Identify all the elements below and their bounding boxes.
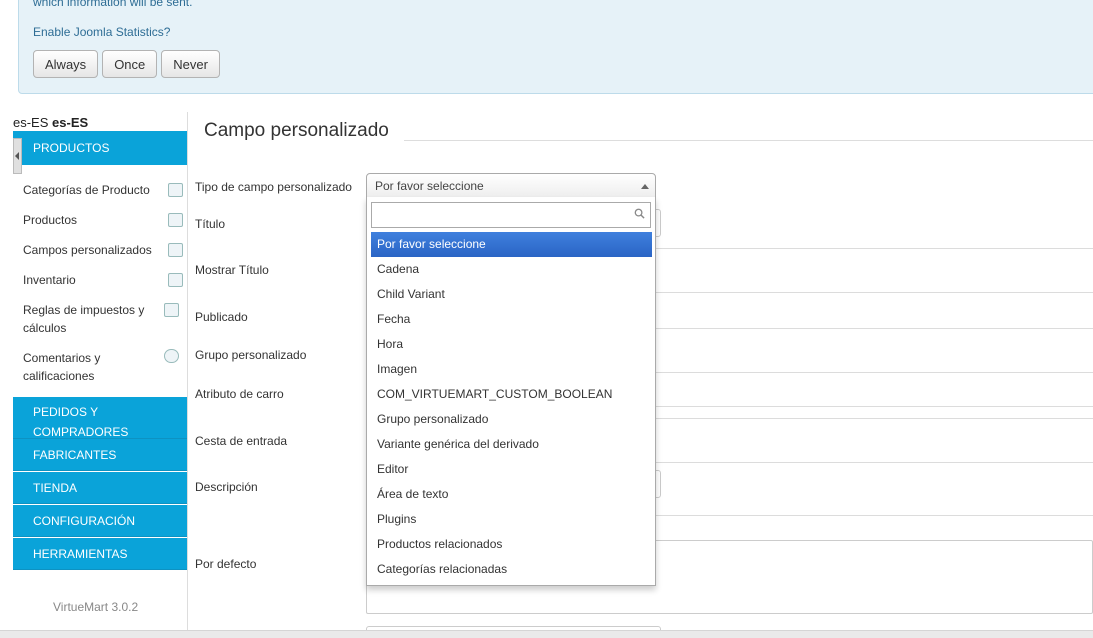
never-button[interactable]: Never bbox=[161, 50, 220, 78]
section-label: PRODUCTOS bbox=[33, 141, 110, 155]
lang-label: es-ES bbox=[13, 115, 49, 130]
option-boolean[interactable]: COM_VIRTUEMART_CUSTOM_BOOLEAN bbox=[371, 382, 652, 407]
label-description: Descripción bbox=[195, 480, 258, 494]
stats-question: Enable Joomla Statistics? bbox=[33, 25, 171, 39]
product-icon bbox=[168, 213, 183, 227]
stats-banner: which information will be sent. Enable J… bbox=[18, 0, 1093, 94]
sidebar-item-label: Reglas de impuestos y cálculos bbox=[23, 303, 145, 335]
label-custom-group: Grupo personalizado bbox=[195, 348, 307, 362]
title-divider bbox=[404, 140, 1093, 141]
tax-rules-icon bbox=[164, 303, 179, 317]
label-title: Título bbox=[195, 217, 226, 231]
sidebar-section-herramientas[interactable]: HERRAMIENTAS bbox=[13, 538, 187, 570]
collapse-sidebar-toggle[interactable] bbox=[13, 138, 22, 174]
label-show-title: Mostrar Título bbox=[195, 263, 269, 277]
comments-icon bbox=[164, 349, 179, 363]
option-variante-generica[interactable]: Variante genérica del derivado bbox=[371, 432, 652, 457]
always-button[interactable]: Always bbox=[33, 50, 99, 78]
dropdown-search[interactable] bbox=[371, 202, 651, 228]
sidebar-section-pedidos[interactable]: PEDIDOS Y COMPRADORES bbox=[13, 397, 187, 439]
custom-field-type-select[interactable]: Por favor seleccione bbox=[366, 173, 656, 198]
select-dropdown: Por favor seleccione Cadena Child Varian… bbox=[366, 197, 656, 586]
inventory-icon bbox=[168, 273, 183, 287]
dropdown-options: Por favor seleccione Cadena Child Varian… bbox=[371, 232, 652, 582]
section-label: PEDIDOS Y COMPRADORES bbox=[33, 405, 129, 439]
lang-value: es-ES bbox=[52, 115, 89, 130]
sidebar-item-label: Campos personalizados bbox=[23, 243, 152, 257]
search-icon bbox=[634, 208, 645, 219]
option-hora[interactable]: Hora bbox=[371, 332, 652, 357]
option-categorias-relacionadas[interactable]: Categorías relacionadas bbox=[371, 557, 652, 582]
horizontal-scrollbar[interactable] bbox=[0, 630, 1093, 638]
select-value: Por favor seleccione bbox=[375, 179, 484, 193]
section-label: CONFIGURACIÓN bbox=[33, 514, 135, 528]
sidebar-item-label: Categorías de Producto bbox=[23, 183, 150, 197]
sidebar-item-comentarios[interactable]: Comentarios y calificaciones bbox=[23, 349, 123, 385]
sidebar-item-label: Inventario bbox=[23, 273, 76, 287]
option-cadena[interactable]: Cadena bbox=[371, 257, 652, 282]
chevron-up-icon bbox=[641, 184, 649, 189]
sidebar-section-productos[interactable]: PRODUCTOS bbox=[13, 131, 187, 165]
option-area-de-texto[interactable]: Área de texto bbox=[371, 482, 652, 507]
sidebar-item-impuestos[interactable]: Reglas de impuestos y cálculos bbox=[23, 301, 153, 337]
sidebar-section-configuracion[interactable]: CONFIGURACIÓN bbox=[13, 505, 187, 537]
section-label: TIENDA bbox=[33, 481, 78, 495]
language-indicator: es-ES es-ES bbox=[13, 115, 88, 130]
section-label: HERRAMIENTAS bbox=[33, 547, 128, 561]
sidebar-item-label: Comentarios y calificaciones bbox=[23, 351, 101, 383]
option-imagen[interactable]: Imagen bbox=[371, 357, 652, 382]
page-title: Campo personalizado bbox=[204, 120, 389, 141]
option-grupo-personalizado[interactable]: Grupo personalizado bbox=[371, 407, 652, 432]
stats-buttons: Always Once Never bbox=[33, 50, 220, 78]
sidebar-item-inventario[interactable]: Inventario bbox=[23, 271, 183, 289]
section-label: FABRICANTES bbox=[33, 448, 117, 462]
label-published: Publicado bbox=[195, 310, 248, 324]
label-cart-input: Cesta de entrada bbox=[195, 434, 288, 448]
sidebar-item-categorias[interactable]: Categorías de Producto bbox=[23, 181, 183, 199]
option-productos-relacionados[interactable]: Productos relacionados bbox=[371, 532, 652, 557]
sidebar-section-fabricantes[interactable]: FABRICANTES bbox=[13, 439, 187, 471]
option-fecha[interactable]: Fecha bbox=[371, 307, 652, 332]
label-cart-attribute: Atributo de carro bbox=[195, 387, 284, 401]
option-plugins[interactable]: Plugins bbox=[371, 507, 652, 532]
sidebar-section-tienda[interactable]: TIENDA bbox=[13, 472, 187, 504]
label-default: Por defecto bbox=[195, 557, 257, 571]
sidebar-item-label: Productos bbox=[23, 213, 78, 227]
version-label: VirtueMart 3.0.2 bbox=[53, 600, 139, 614]
stats-message: which information will be sent. bbox=[33, 0, 193, 9]
label-type: Tipo de campo personalizado bbox=[195, 180, 352, 194]
option-child-variant[interactable]: Child Variant bbox=[371, 282, 652, 307]
dropdown-search-input[interactable] bbox=[372, 203, 650, 227]
sidebar-item-campos[interactable]: Campos personalizados bbox=[23, 241, 183, 259]
option-por-favor-seleccione[interactable]: Por favor seleccione bbox=[371, 232, 652, 257]
custom-fields-icon bbox=[168, 243, 183, 257]
option-editor[interactable]: Editor bbox=[371, 457, 652, 482]
sidebar: es-ES es-ES PRODUCTOS Categorías de Prod… bbox=[0, 112, 188, 638]
sidebar-item-productos[interactable]: Productos bbox=[23, 211, 183, 229]
once-button[interactable]: Once bbox=[102, 50, 158, 78]
category-icon bbox=[168, 183, 183, 197]
